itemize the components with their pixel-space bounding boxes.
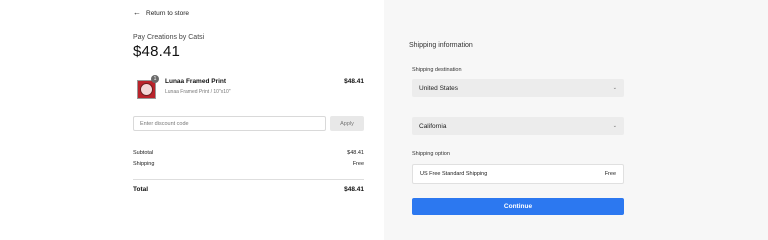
item-name: Lunaa Framed Print bbox=[165, 78, 227, 85]
shipping-option-label: Shipping option bbox=[412, 151, 450, 157]
subtotal-value: $48.41 bbox=[347, 150, 364, 156]
country-value: United States bbox=[419, 84, 459, 92]
total-label: Total bbox=[133, 186, 149, 193]
apply-discount-button[interactable]: Apply bbox=[330, 116, 364, 131]
shipping-option-card[interactable]: US Free Standard Shipping Free bbox=[412, 164, 624, 184]
shipping-option-name: US Free Standard Shipping bbox=[420, 171, 488, 177]
return-to-store-label: Return to store bbox=[146, 9, 189, 17]
subtotal-label: Subtotal bbox=[133, 150, 154, 156]
product-image bbox=[140, 83, 153, 96]
country-select[interactable]: United States ⌄ bbox=[412, 79, 624, 97]
shipping-destination-label: Shipping destination bbox=[412, 67, 462, 73]
shipping-label: Shipping bbox=[133, 161, 155, 167]
total-value: $48.41 bbox=[344, 186, 364, 193]
state-value: California bbox=[419, 122, 447, 130]
merchant-name: Pay Creations by Catsi bbox=[133, 34, 205, 41]
state-select[interactable]: California ⌄ bbox=[412, 117, 624, 135]
chevron-down-icon: ⌄ bbox=[612, 123, 617, 129]
discount-code-input[interactable] bbox=[133, 116, 326, 131]
return-to-store-link[interactable]: ← Return to store bbox=[133, 9, 189, 17]
chevron-down-icon: ⌄ bbox=[612, 85, 617, 91]
quantity-badge: 1 bbox=[151, 75, 159, 83]
shipping-option-price: Free bbox=[604, 171, 616, 177]
arrow-left-icon: ← bbox=[133, 8, 141, 17]
shipping-value: Free bbox=[352, 161, 364, 167]
order-amount: $48.41 bbox=[133, 43, 181, 60]
item-price: $48.41 bbox=[344, 78, 364, 85]
shipping-information-title: Shipping information bbox=[409, 42, 473, 49]
continue-button[interactable]: Continue bbox=[412, 198, 624, 215]
summary-divider bbox=[133, 179, 364, 180]
item-variant: Lunaa Framed Print / 10"x10" bbox=[165, 89, 231, 95]
